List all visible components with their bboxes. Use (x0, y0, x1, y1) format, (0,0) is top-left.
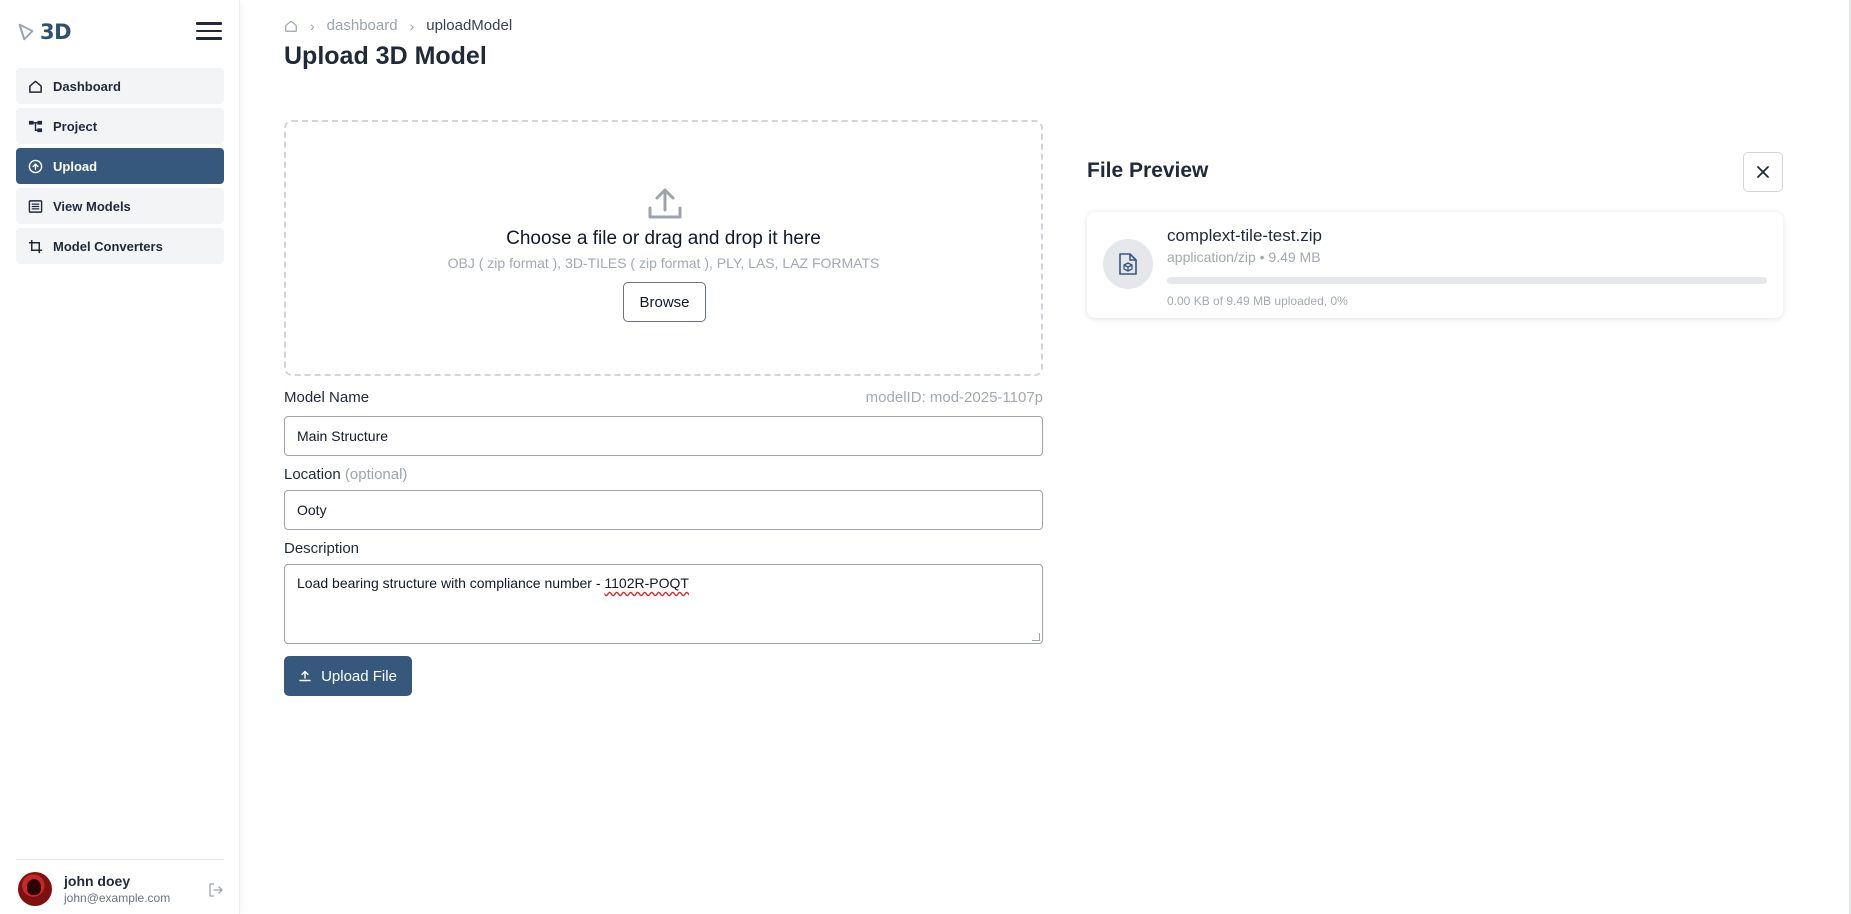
description-textarea[interactable]: Load bearing structure with compliance n… (284, 564, 1043, 644)
sidebar-item-label: Model Converters (53, 238, 163, 254)
sidebar-item-label: Upload (53, 158, 98, 174)
description-text: Load bearing structure with compliance n… (297, 575, 605, 591)
location-input[interactable]: Ooty (284, 490, 1043, 530)
upload-file-label: Upload File (321, 667, 397, 685)
model-name-value: Main Structure (297, 428, 389, 444)
sidebar-item-label: Dashboard (53, 78, 121, 94)
preview-title: File Preview (1087, 159, 1209, 182)
file-3d-icon (1119, 253, 1137, 275)
user-email: john@example.com (64, 891, 171, 905)
divider (16, 859, 224, 860)
sidebar-item-view-models[interactable]: View Models (16, 188, 224, 224)
close-icon (1757, 166, 1769, 178)
description-label: Description (284, 540, 360, 557)
logo[interactable]: 3D (16, 20, 72, 44)
model-name-label: Model Name (284, 389, 370, 406)
upload-icon (648, 188, 682, 219)
location-label: Location (optional) (284, 466, 407, 483)
list-icon (28, 199, 43, 213)
file-dropzone[interactable]: Choose a file or drag and drop it here O… (284, 120, 1043, 376)
logo-text: 3D (40, 20, 72, 44)
logo-mark-icon (18, 23, 34, 41)
home-icon[interactable] (284, 19, 298, 33)
crop-icon (28, 239, 43, 253)
chevron-right-icon: › (310, 17, 315, 34)
file-name: complext-tile-test.zip (1167, 226, 1322, 245)
resize-handle[interactable] (1032, 633, 1040, 641)
description-code: 1102R-POQT (604, 575, 689, 591)
sidebar: 3D Dashboard Project Upload View Models … (0, 0, 240, 914)
browse-button[interactable]: Browse (623, 282, 706, 322)
upload-progress-text: 0.00 KB of 9.49 MB uploaded, 0% (1167, 294, 1348, 308)
location-label-text: Location (284, 466, 341, 483)
file-meta: application/zip • 9.49 MB (1167, 249, 1321, 265)
upload-progress-bar (1167, 277, 1767, 284)
sidebar-item-upload[interactable]: Upload (16, 148, 224, 184)
upload-file-button[interactable]: Upload File (284, 656, 412, 696)
cloud-upload-icon (28, 159, 43, 173)
model-id: modelID: mod-2025-1107p (865, 389, 1043, 406)
sidebar-item-model-converters[interactable]: Model Converters (16, 228, 224, 264)
chevron-right-icon: › (409, 17, 415, 34)
hamburger-menu-icon[interactable] (196, 22, 222, 44)
dropzone-title: Choose a file or drag and drop it here (506, 228, 821, 249)
user-name: john doey (64, 873, 131, 889)
sidebar-item-label: View Models (53, 198, 131, 214)
home-icon (29, 80, 42, 93)
avatar[interactable] (18, 872, 52, 906)
sidebar-nav: Dashboard Project Upload View Models Mod… (16, 68, 224, 268)
upload-icon (299, 670, 311, 682)
file-icon-badge (1103, 239, 1153, 289)
page-title: Upload 3D Model (284, 42, 487, 70)
project-tree-icon (28, 120, 43, 132)
breadcrumb-dashboard[interactable]: dashboard (327, 17, 398, 34)
breadcrumb-current: uploadModel (426, 17, 513, 34)
close-preview-button[interactable] (1743, 152, 1783, 192)
optional-hint: (optional) (344, 466, 408, 483)
breadcrumb: › dashboard › uploadModel (284, 17, 512, 34)
location-value: Ooty (297, 502, 327, 518)
user-profile: john doey john@example.com (18, 872, 226, 906)
model-name-input[interactable]: Main Structure (284, 416, 1043, 456)
sidebar-item-label: Project (53, 118, 98, 134)
sidebar-item-project[interactable]: Project (16, 108, 224, 144)
sidebar-item-dashboard[interactable]: Dashboard (16, 68, 224, 104)
dropzone-formats: OBJ ( zip format ), 3D-TILES ( zip forma… (447, 255, 880, 271)
logout-icon[interactable] (208, 882, 224, 898)
file-preview-card: complext-tile-test.zip application/zip •… (1087, 212, 1783, 318)
